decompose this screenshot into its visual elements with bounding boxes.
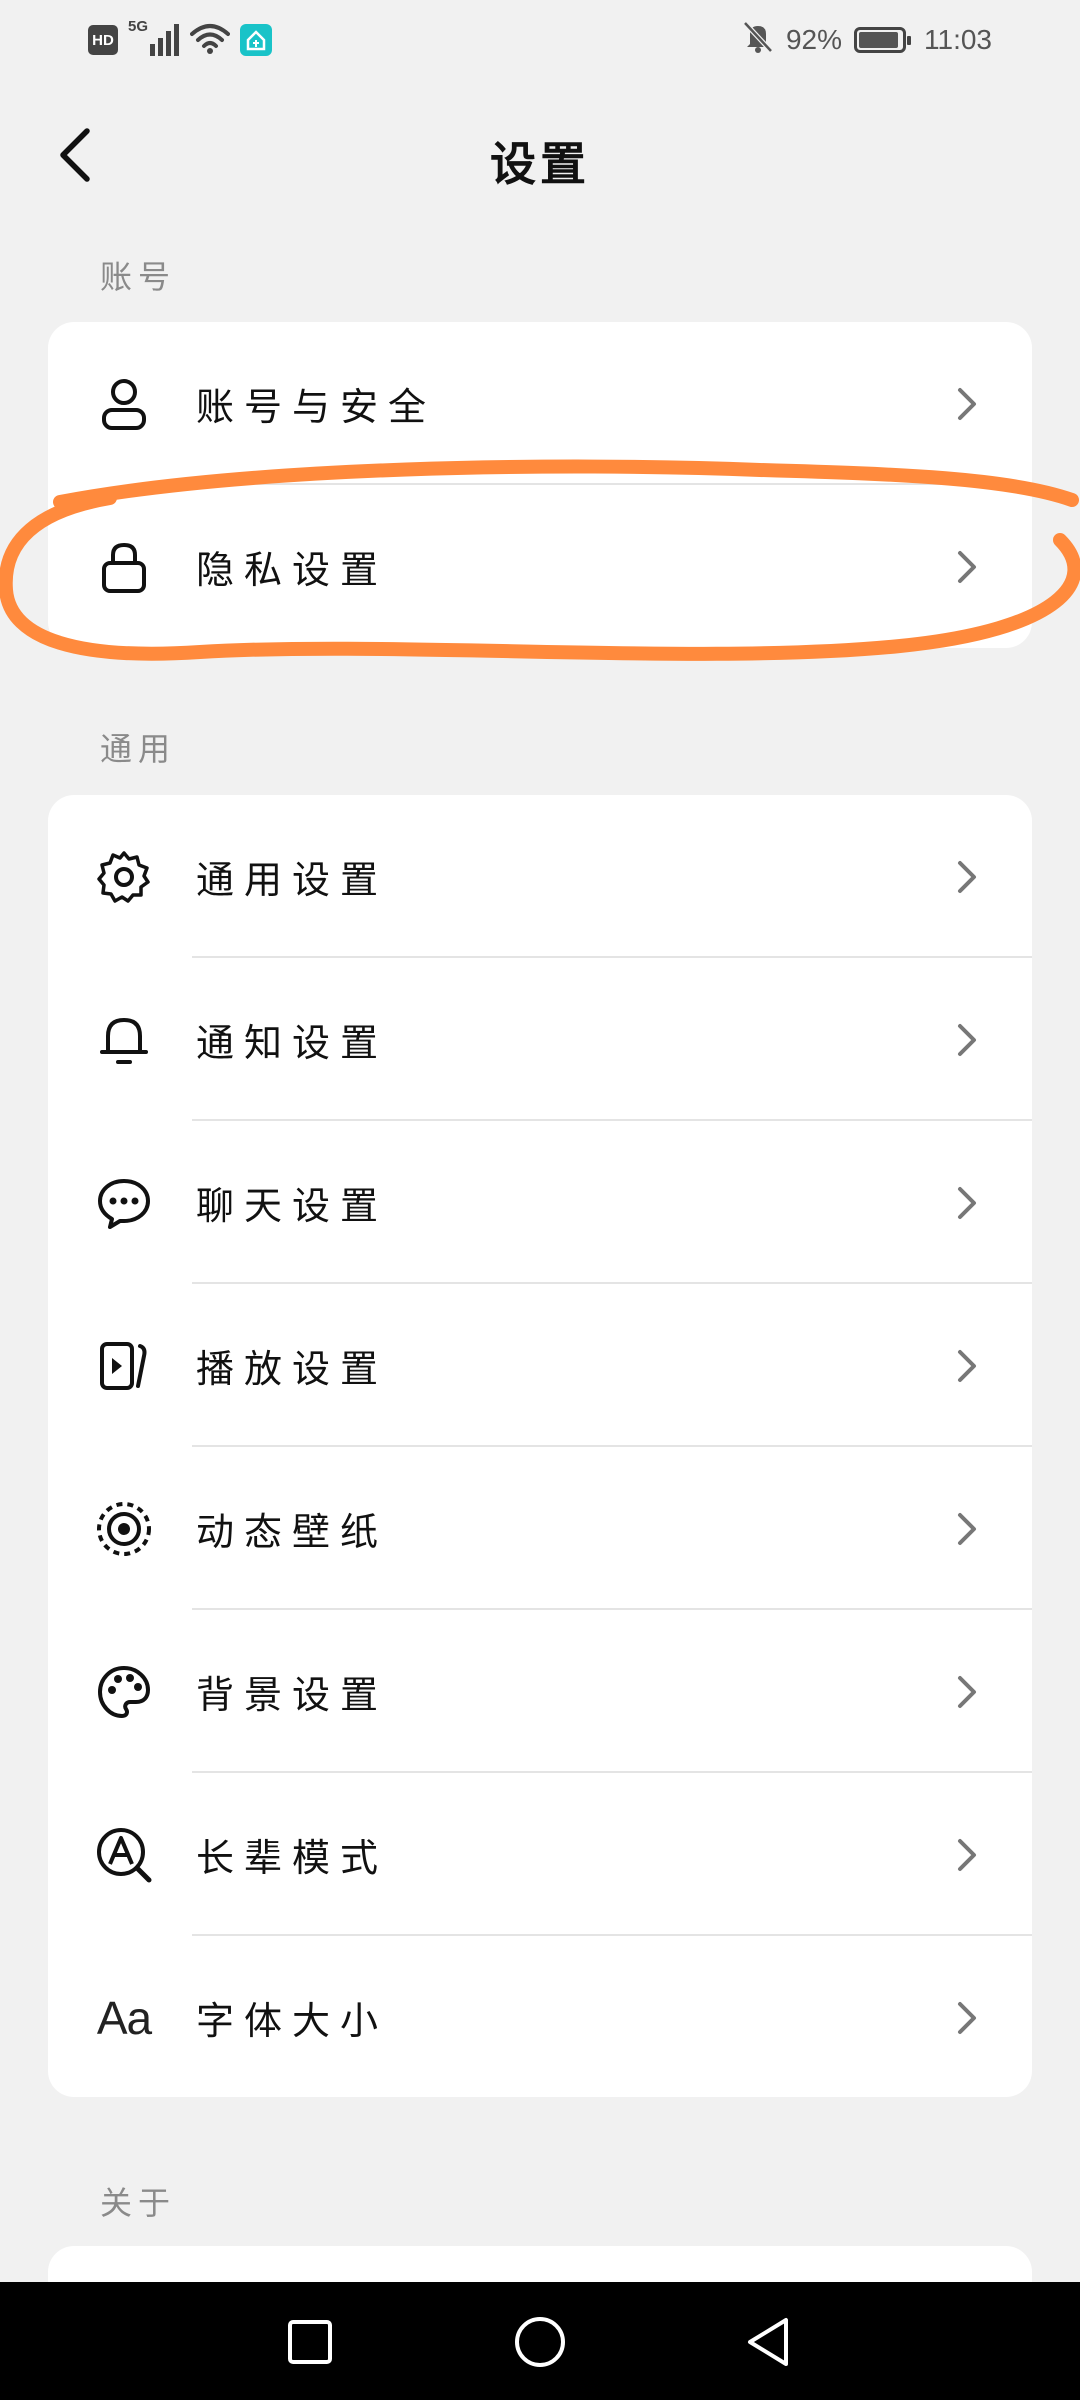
- elder-mode-icon: [94, 1825, 154, 1885]
- square-icon: [288, 2320, 332, 2364]
- person-icon: [94, 374, 154, 434]
- list-item-label: 隐私设置: [196, 548, 389, 592]
- mute-notifications-icon: [742, 20, 774, 61]
- list-item-elder-mode[interactable]: 长辈模式: [48, 1773, 1032, 1936]
- list-item-label: 通知设置: [196, 1021, 389, 1065]
- section-label-about: 关于: [100, 2184, 177, 2222]
- font-size-icon-text: Aa: [96, 1991, 152, 2044]
- play-icon: [94, 1336, 154, 1396]
- circle-icon: [515, 2317, 565, 2367]
- chevron-right-icon: [958, 1838, 976, 1871]
- list-item-background-settings[interactable]: 背景设置: [48, 1610, 1032, 1773]
- list-item-playback-settings[interactable]: 播放设置: [48, 1284, 1032, 1447]
- list-item-label: 聊天设置: [196, 1184, 389, 1228]
- chat-bubble-icon: [94, 1173, 154, 1233]
- list-item-label: 账号与安全: [196, 385, 437, 429]
- chevron-right-icon: [958, 1349, 976, 1382]
- home-button[interactable]: [500, 2302, 580, 2382]
- hd-badge: HD: [88, 25, 118, 55]
- list-item-label: 背景设置: [196, 1673, 389, 1717]
- gear-icon: [94, 847, 154, 907]
- chevron-right-icon: [958, 1675, 976, 1708]
- chevron-right-icon: [958, 2001, 976, 2034]
- font-size-icon: Aa: [94, 1988, 154, 2048]
- account-card: 账号与安全 隐私设置: [48, 322, 1032, 648]
- page-title: 设置: [490, 137, 590, 191]
- chevron-right-icon: [958, 1512, 976, 1545]
- live-wallpaper-icon: [94, 1499, 154, 1559]
- bell-icon: [94, 1010, 154, 1070]
- signal-5g-icon: 5G: [128, 18, 180, 58]
- chevron-right-icon: [958, 387, 976, 420]
- wifi-icon: [190, 22, 230, 58]
- section-label-account: 账号: [100, 258, 177, 296]
- general-card: 通用设置 通知设置 聊天设置 播放设置 动态壁纸 背景设置 长辈模式 Aa 字体…: [48, 795, 1032, 2097]
- palette-icon: [94, 1662, 154, 1722]
- list-item-label: 字体大小: [196, 1999, 389, 2043]
- section-label-general: 通用: [100, 730, 177, 768]
- triangle-back-icon: [748, 2318, 788, 2366]
- chevron-right-icon: [958, 1023, 976, 1056]
- network-share-icon: [240, 24, 272, 56]
- list-item-live-wallpaper[interactable]: 动态壁纸: [48, 1447, 1032, 1610]
- list-item-privacy-settings[interactable]: 隐私设置: [48, 485, 1032, 648]
- battery-level: [859, 32, 898, 48]
- list-item-label: 播放设置: [196, 1347, 389, 1391]
- list-item-label: 长辈模式: [196, 1836, 389, 1880]
- status-bar-right: 92% 11:03: [742, 20, 992, 60]
- chevron-right-icon: [958, 550, 976, 583]
- back-nav-button[interactable]: [730, 2302, 810, 2382]
- status-bar: HD 5G 92% 11:03: [0, 0, 1080, 80]
- clock: 11:03: [924, 24, 992, 55]
- lock-icon: [94, 537, 154, 597]
- list-item-label: 动态壁纸: [196, 1510, 389, 1554]
- list-item-chat-settings[interactable]: 聊天设置: [48, 1121, 1032, 1284]
- chevron-right-icon: [958, 1186, 976, 1219]
- list-item-account-security[interactable]: 账号与安全: [48, 322, 1032, 485]
- navigation-bar: [0, 2282, 1080, 2400]
- list-item-general-settings[interactable]: 通用设置: [48, 795, 1032, 958]
- status-bar-left: HD 5G: [88, 18, 272, 60]
- battery-icon: [854, 27, 911, 53]
- list-item-label: 通用设置: [196, 858, 389, 902]
- battery-percent: 92%: [785, 24, 842, 55]
- list-item-font-size[interactable]: Aa 字体大小: [48, 1936, 1032, 2097]
- recents-button[interactable]: [270, 2302, 350, 2382]
- header: 设置: [0, 100, 1080, 210]
- chevron-right-icon: [958, 860, 976, 893]
- list-item-notification-settings[interactable]: 通知设置: [48, 958, 1032, 1121]
